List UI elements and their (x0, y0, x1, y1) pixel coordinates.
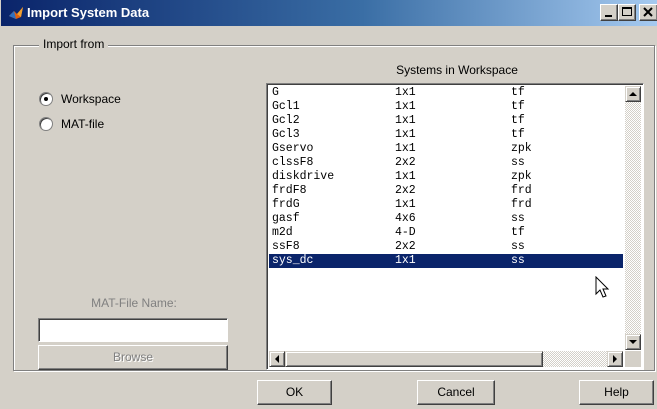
list-item[interactable]: clssF8 2x2 ss (269, 156, 623, 170)
list-item[interactable]: sys_dc 1x1 ss (269, 254, 623, 268)
list-item-name: frdG (272, 198, 300, 211)
list-item-type: frd (511, 184, 532, 197)
list-item-type: ss (511, 254, 525, 267)
radio-workspace-label: Workspace (61, 92, 121, 106)
maximize-button[interactable] (618, 4, 636, 21)
systems-listbox[interactable]: G 1x1 tf Gcl1 1x1 tf Gcl2 1x1 tf Gcl3 1x1 tf Gservo 1… (266, 83, 644, 370)
list-item-type: tf (511, 86, 525, 99)
list-item[interactable]: Gcl3 1x1 tf (269, 128, 623, 142)
list-item[interactable]: G 1x1 tf (269, 86, 623, 100)
list-item[interactable]: ssF8 2x2 ss (269, 240, 623, 254)
list-item-name: gasf (272, 212, 300, 225)
list-item[interactable]: diskdrive 1x1 zpk (269, 170, 623, 184)
list-item-type: frd (511, 198, 532, 211)
close-button[interactable] (639, 4, 657, 21)
radio-mat-file-label: MAT-file (61, 117, 105, 131)
window-title: Import System Data (27, 5, 150, 20)
list-item-size: 4x6 (395, 212, 416, 225)
title-bar[interactable]: Import System Data (1, 0, 657, 26)
list-item-name: Gcl2 (272, 114, 300, 127)
list-item-size: 1x1 (395, 170, 416, 183)
list-item[interactable]: frdG 1x1 frd (269, 198, 623, 212)
ok-button[interactable]: OK (257, 380, 332, 405)
list-item-name: m2d (272, 226, 293, 239)
cancel-button[interactable]: Cancel (417, 380, 495, 405)
list-item-type: ss (511, 240, 525, 253)
radio-button[interactable] (39, 117, 53, 131)
minimize-button[interactable] (600, 4, 618, 21)
systems-list: G 1x1 tf Gcl1 1x1 tf Gcl2 1x1 tf Gcl3 1x1 tf Gservo 1… (269, 86, 623, 268)
list-item-type: ss (511, 156, 525, 169)
list-item-name: frdF8 (272, 184, 307, 197)
list-item[interactable]: Gservo 1x1 zpk (269, 142, 623, 156)
list-item-size: 2x2 (395, 156, 416, 169)
list-item-size: 1x1 (395, 114, 416, 127)
radio-button[interactable] (39, 92, 53, 106)
list-item-name: diskdrive (272, 170, 335, 183)
list-item-type: tf (511, 128, 525, 141)
list-item-size: 1x1 (395, 86, 416, 99)
radio-workspace[interactable]: Workspace (39, 91, 121, 107)
horizontal-scrollbar[interactable] (269, 351, 623, 367)
list-item-name: clssF8 (272, 156, 314, 169)
mouse-pointer-icon (595, 275, 611, 303)
list-item-size: 1x1 (395, 198, 416, 211)
list-item[interactable]: Gcl1 1x1 tf (269, 100, 623, 114)
mat-file-name-label: MAT-File Name: (91, 296, 177, 310)
help-button[interactable]: Help (579, 380, 654, 405)
list-item-size: 2x2 (395, 184, 416, 197)
list-item-size: 1x1 (395, 100, 416, 113)
list-item[interactable]: Gcl2 1x1 tf (269, 114, 623, 128)
list-item-type: tf (511, 100, 525, 113)
scroll-left-button[interactable] (269, 351, 285, 367)
list-item-size: 1x1 (395, 142, 416, 155)
import-from-legend: Import from (39, 37, 109, 51)
list-item-type: tf (511, 114, 525, 127)
mat-file-name-input[interactable] (38, 318, 228, 342)
systems-in-workspace-title: Systems in Workspace (396, 63, 518, 77)
scroll-right-button[interactable] (607, 351, 623, 367)
list-item-size: 4-D (395, 226, 416, 239)
list-item-type: tf (511, 226, 525, 239)
list-item-size: 2x2 (395, 240, 416, 253)
radio-mat-file[interactable]: MAT-file (39, 116, 104, 132)
list-item-size: 1x1 (395, 128, 416, 141)
import-system-data-dialog: Import System Data Import from Workspace… (0, 0, 657, 409)
list-item-type: ss (511, 212, 525, 225)
list-item-name: sys_dc (272, 254, 314, 267)
list-item[interactable]: frdF8 2x2 frd (269, 184, 623, 198)
list-item-size: 1x1 (395, 254, 416, 267)
vertical-scrollbar[interactable] (625, 86, 641, 350)
list-item-name: Gservo (272, 142, 314, 155)
scrollbar-corner (625, 351, 641, 367)
list-item-type: zpk (511, 142, 532, 155)
list-item[interactable]: m2d 4-D tf (269, 226, 623, 240)
browse-button[interactable]: Browse (38, 345, 228, 370)
list-item-name: Gcl3 (272, 128, 300, 141)
matlab-logo-icon (8, 5, 24, 21)
scroll-up-button[interactable] (625, 86, 641, 102)
list-item-type: zpk (511, 170, 532, 183)
list-item-name: ssF8 (272, 240, 300, 253)
scroll-down-button[interactable] (625, 334, 641, 350)
list-item-name: G (272, 86, 279, 99)
list-item[interactable]: gasf 4x6 ss (269, 212, 623, 226)
list-item-name: Gcl1 (272, 100, 300, 113)
horizontal-scroll-thumb[interactable] (285, 351, 543, 367)
